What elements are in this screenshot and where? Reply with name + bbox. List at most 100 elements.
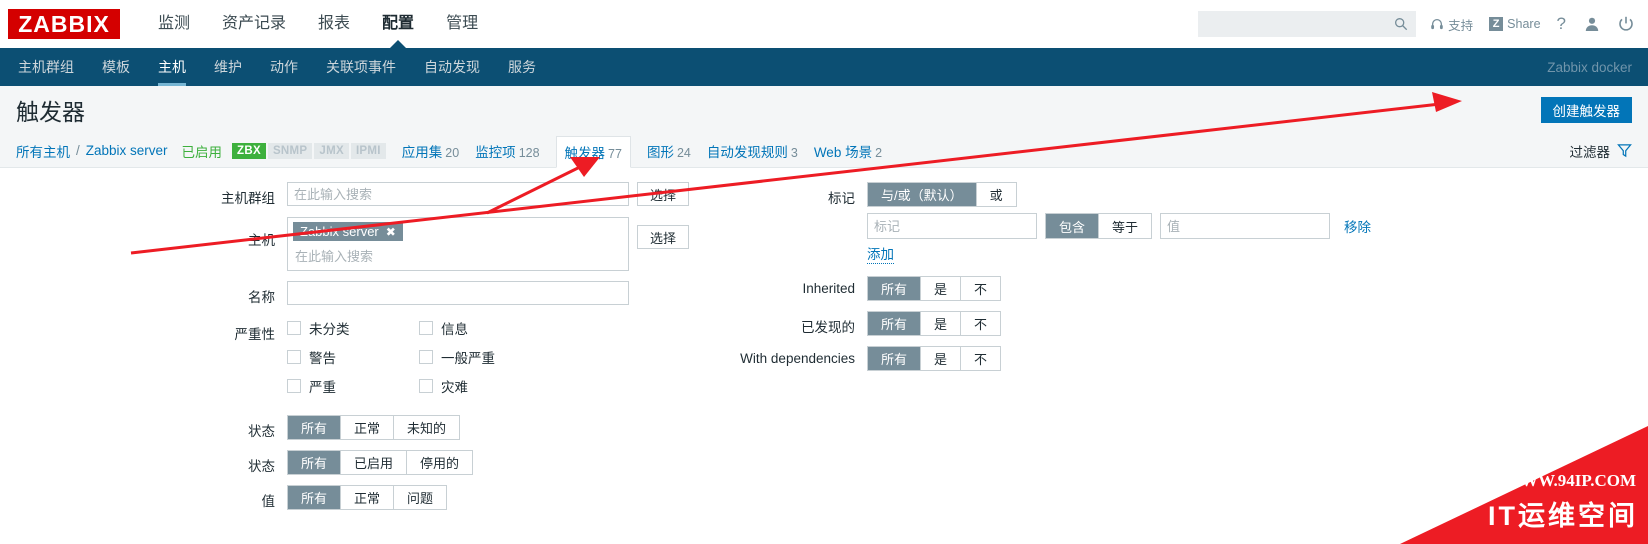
checkbox-box[interactable] bbox=[287, 321, 301, 335]
subnav-item-correlation[interactable]: 关联项事件 bbox=[312, 48, 410, 86]
global-search[interactable] bbox=[1198, 11, 1417, 37]
field-inherited: Inherited 所有 是 不 bbox=[700, 276, 1371, 301]
tag-remove-link[interactable]: 移除 bbox=[1344, 216, 1371, 236]
tag-operator-option-contains[interactable]: 包含 bbox=[1046, 214, 1100, 238]
field-host-groups: 主机群组 选择 bbox=[0, 182, 690, 207]
severity-checkbox-warning[interactable]: 警告 bbox=[287, 347, 419, 367]
zabbix-logo[interactable]: ZABBIX bbox=[8, 9, 120, 39]
crumb-link-applications[interactable]: 应用集 20 bbox=[402, 141, 459, 161]
state-option-all[interactable]: 所有 bbox=[288, 416, 342, 439]
nav-label: 资产记录 bbox=[222, 15, 287, 32]
crumb-link-graphs[interactable]: 图形 24 bbox=[647, 141, 691, 161]
main-navigation: 监测 资产记录 报表 配置 管理 bbox=[142, 0, 494, 49]
hosts-select-button[interactable]: 选择 bbox=[637, 225, 690, 249]
host-groups-select-button[interactable]: 选择 bbox=[637, 182, 690, 206]
severity-checkbox-not-classified[interactable]: 未分类 bbox=[287, 318, 419, 338]
user-profile-icon[interactable] bbox=[1584, 16, 1600, 32]
crumb-link-label: 自动发现规则 bbox=[706, 144, 788, 160]
discovered-option-no[interactable]: 不 bbox=[961, 312, 1001, 335]
crumb-link-web-scenarios[interactable]: Web 场景 2 bbox=[814, 141, 882, 161]
subnav-item-hosts[interactable]: 主机 bbox=[144, 48, 200, 86]
zabbix-share-icon: Z bbox=[1489, 17, 1504, 31]
crumb-link-discovery-rules[interactable]: 自动发现规则 3 bbox=[707, 141, 798, 161]
crumb-link-label: 监控项 bbox=[475, 144, 516, 160]
value-option-problem[interactable]: 问题 bbox=[394, 486, 447, 509]
create-trigger-button[interactable]: 创建触发器 bbox=[1540, 97, 1632, 123]
checkbox-box[interactable] bbox=[419, 379, 433, 393]
crumb-link-label: 触发器 bbox=[564, 145, 606, 161]
tag-value-input[interactable] bbox=[1160, 213, 1331, 239]
value-option-ok[interactable]: 正常 bbox=[341, 486, 395, 509]
tag-name-input[interactable] bbox=[867, 213, 1037, 239]
tags-evaltype-radio-group: 与/或（默认） 或 bbox=[867, 182, 1017, 207]
crumb-link-label: 图形 bbox=[646, 144, 674, 160]
inherited-option-yes[interactable]: 是 bbox=[921, 277, 962, 300]
nav-item-monitoring[interactable]: 监测 bbox=[142, 0, 206, 48]
severity-option-label: 信息 bbox=[441, 322, 468, 337]
host-groups-input[interactable] bbox=[287, 182, 629, 206]
status-option-enabled[interactable]: 已启用 bbox=[341, 451, 408, 474]
breadcrumb-all-hosts[interactable]: 所有主机 bbox=[16, 141, 70, 161]
badge-jmx[interactable]: JMX bbox=[314, 142, 349, 159]
status-label: 状态 bbox=[248, 459, 275, 474]
discovered-option-all[interactable]: 所有 bbox=[868, 312, 922, 335]
support-link[interactable]: 支持 bbox=[1430, 15, 1473, 34]
tag-operator-option-equals[interactable]: 等于 bbox=[1099, 214, 1152, 238]
subnav-item-actions[interactable]: 动作 bbox=[256, 48, 312, 86]
search-input[interactable] bbox=[1199, 12, 1416, 36]
help-icon[interactable]: ? bbox=[1557, 14, 1566, 34]
nav-item-configuration[interactable]: 配置 bbox=[366, 0, 430, 49]
nav-item-reports[interactable]: 报表 bbox=[302, 0, 366, 48]
severity-checkbox-disaster[interactable]: 灾难 bbox=[419, 376, 551, 396]
field-tag-condition: 包含 等于 移除 bbox=[700, 213, 1371, 239]
state-label: 状态 bbox=[248, 424, 275, 439]
share-link[interactable]: Z Share bbox=[1489, 17, 1541, 31]
dependencies-option-yes[interactable]: 是 bbox=[921, 347, 962, 370]
state-option-normal[interactable]: 正常 bbox=[341, 416, 395, 439]
state-option-unknown[interactable]: 未知的 bbox=[394, 416, 460, 439]
crumb-link-triggers[interactable]: 触发器 77 bbox=[555, 135, 631, 168]
dependencies-option-all[interactable]: 所有 bbox=[868, 347, 922, 370]
crumb-link-items[interactable]: 监控项 128 bbox=[475, 141, 539, 161]
page-header: 触发器 创建触发器 bbox=[0, 86, 1648, 134]
inherited-option-all[interactable]: 所有 bbox=[868, 277, 922, 300]
nav-item-inventory[interactable]: 资产记录 bbox=[206, 0, 302, 48]
checkbox-box[interactable] bbox=[419, 350, 433, 364]
severity-checkbox-average[interactable]: 一般严重 bbox=[419, 347, 551, 367]
tags-evaltype-option-andor[interactable]: 与/或（默认） bbox=[868, 183, 977, 206]
host-chip-remove-icon[interactable]: ✖ bbox=[386, 225, 396, 239]
subnav-label: 模板 bbox=[102, 59, 130, 75]
subnav-item-maintenance[interactable]: 维护 bbox=[200, 48, 256, 86]
checkbox-box[interactable] bbox=[419, 321, 433, 335]
checkbox-box[interactable] bbox=[287, 350, 301, 364]
name-input[interactable] bbox=[287, 281, 629, 305]
nav-item-administration[interactable]: 管理 bbox=[430, 0, 494, 48]
status-option-all[interactable]: 所有 bbox=[288, 451, 342, 474]
severity-checkbox-information[interactable]: 信息 bbox=[419, 318, 551, 338]
subnav-item-templates[interactable]: 模板 bbox=[88, 48, 144, 86]
checkbox-box[interactable] bbox=[287, 379, 301, 393]
subnav-item-services[interactable]: 服务 bbox=[494, 48, 550, 86]
tag-add-link[interactable]: 添加 bbox=[867, 243, 894, 264]
subnav-label: 关联项事件 bbox=[326, 59, 396, 75]
severity-checkbox-high[interactable]: 严重 bbox=[287, 376, 419, 396]
tags-evaltype-option-or[interactable]: 或 bbox=[976, 183, 1016, 206]
interface-badges: ZBX SNMP JMX IPMI bbox=[232, 142, 388, 159]
hosts-multiselect[interactable]: Zabbix server ✖ 在此输入搜索 bbox=[287, 217, 629, 271]
nav-label: 配置 bbox=[382, 15, 415, 32]
value-option-all[interactable]: 所有 bbox=[288, 486, 342, 509]
dependencies-option-no[interactable]: 不 bbox=[961, 347, 1001, 370]
subnav-item-host-groups[interactable]: 主机群组 bbox=[4, 48, 88, 86]
inherited-option-no[interactable]: 不 bbox=[961, 277, 1001, 300]
filter-toggle[interactable]: 过滤器 bbox=[1570, 141, 1633, 161]
host-chip[interactable]: Zabbix server ✖ bbox=[293, 222, 403, 241]
breadcrumb-host[interactable]: Zabbix server bbox=[86, 143, 168, 158]
subnav-item-discovery[interactable]: 自动发现 bbox=[410, 48, 494, 86]
badge-zbx[interactable]: ZBX bbox=[232, 142, 266, 159]
field-tags-evaltype: 标记 与/或（默认） 或 bbox=[700, 182, 1371, 207]
status-option-disabled[interactable]: 停用的 bbox=[407, 451, 473, 474]
logout-icon[interactable] bbox=[1618, 16, 1634, 32]
badge-ipmi[interactable]: IPMI bbox=[350, 142, 386, 159]
badge-snmp[interactable]: SNMP bbox=[267, 142, 313, 159]
discovered-option-yes[interactable]: 是 bbox=[921, 312, 962, 335]
